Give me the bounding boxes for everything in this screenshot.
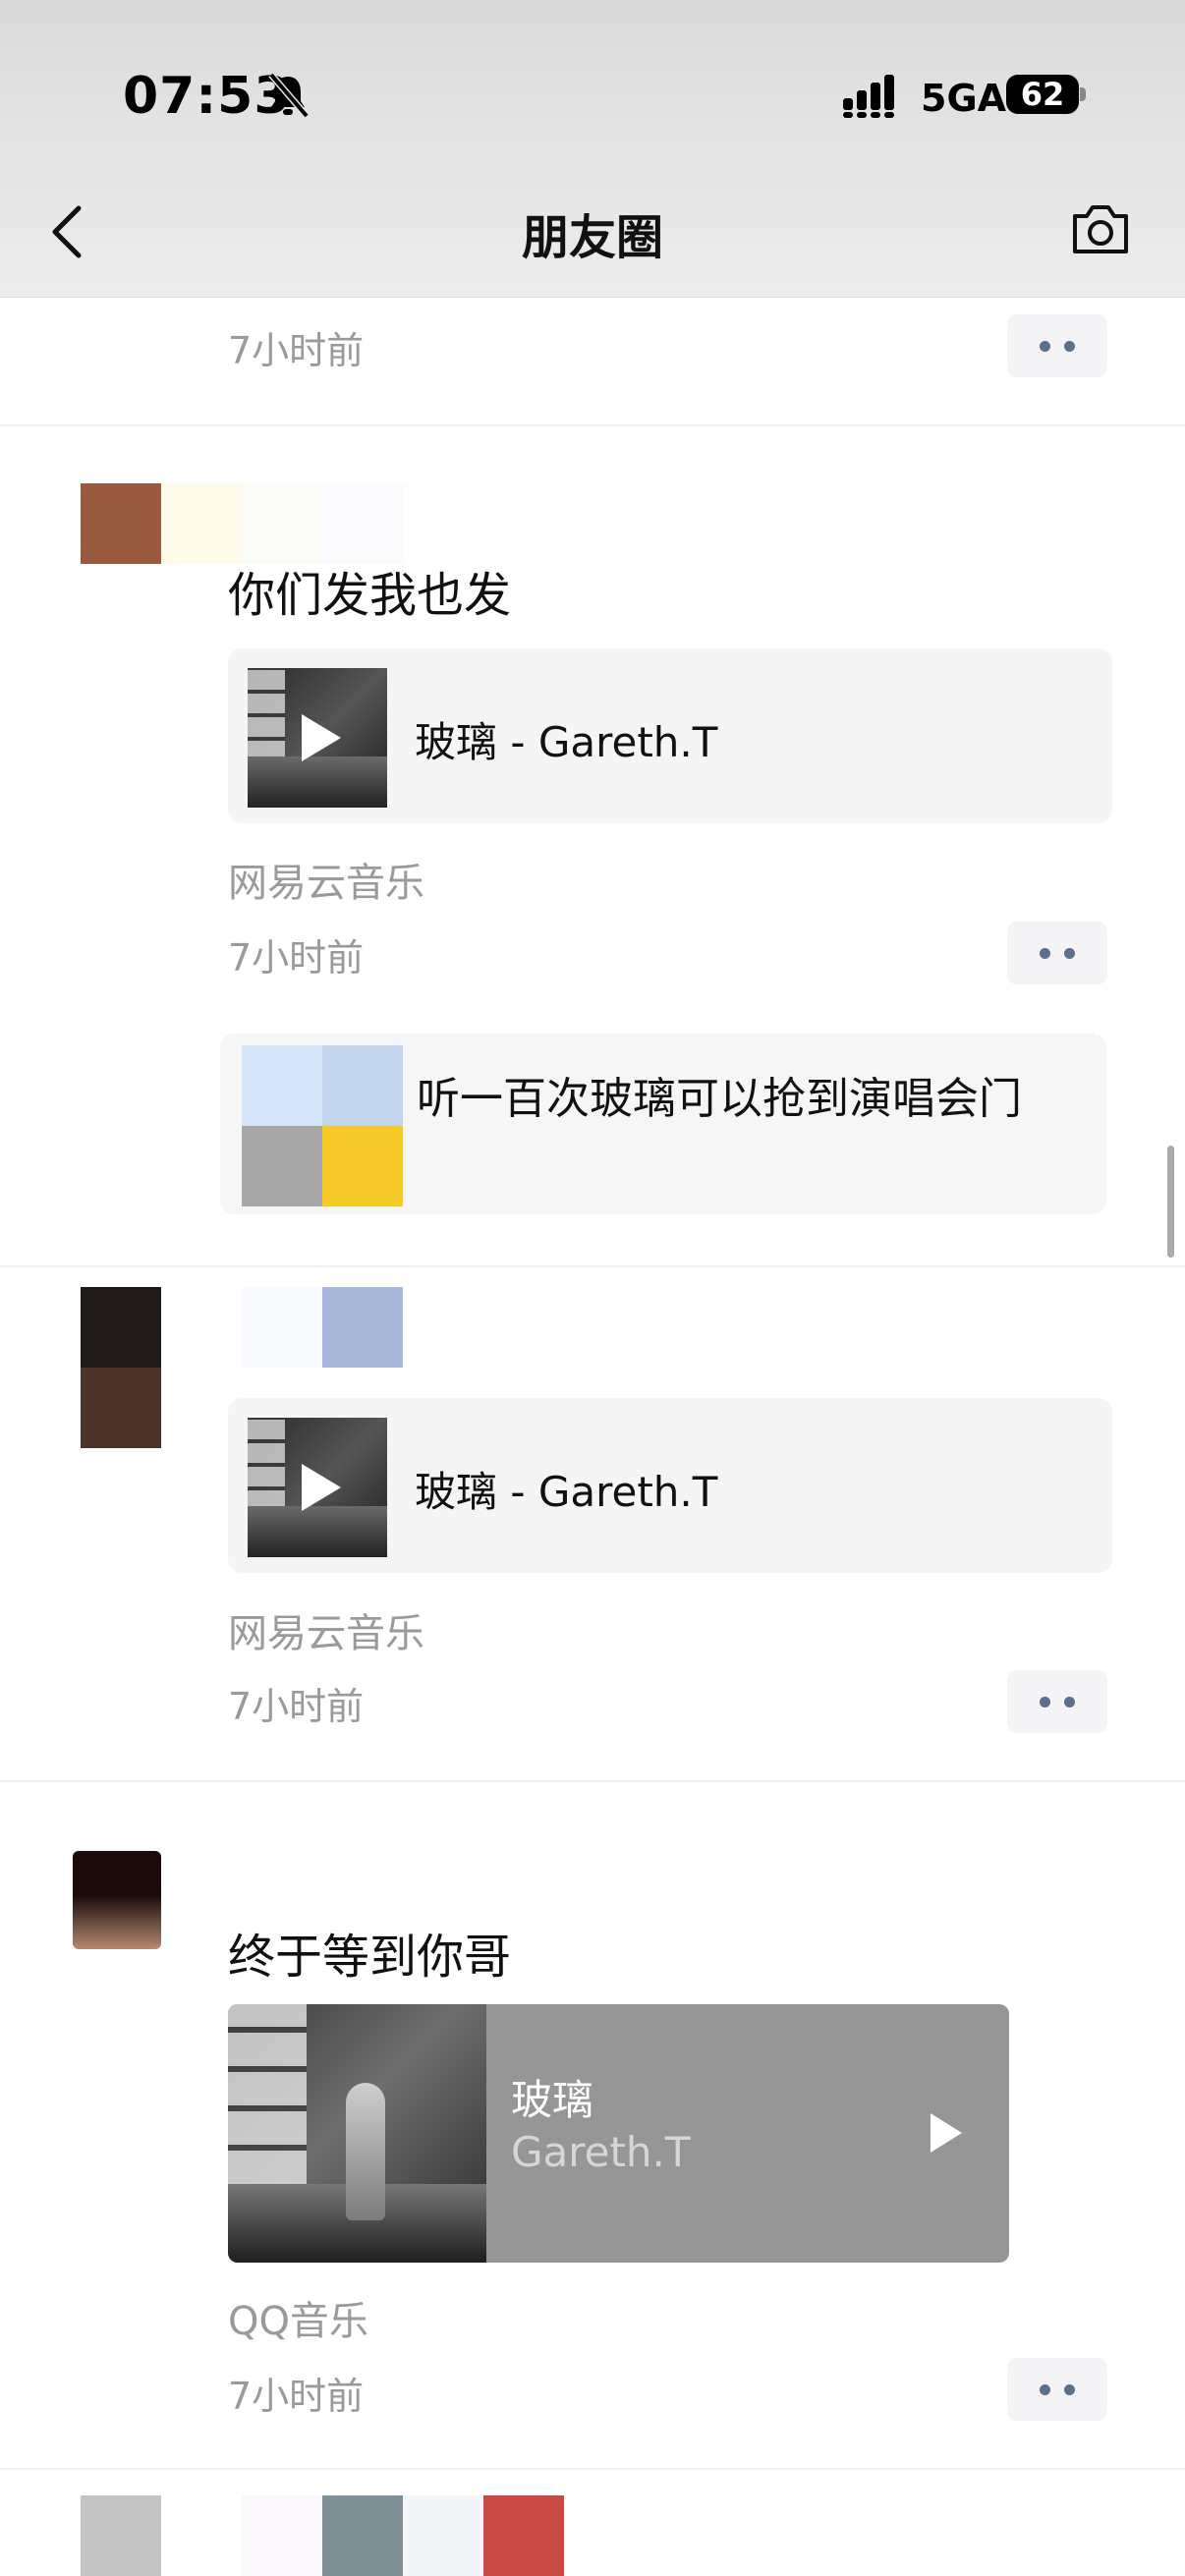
music-title: 玻璃 - Gareth.T [415, 718, 718, 766]
play-icon[interactable] [931, 2113, 962, 2153]
post-text: 终于等到你哥 [228, 1930, 512, 1985]
post-time: 7小时前 [228, 2375, 365, 2418]
album-thumbnail [228, 2004, 486, 2263]
post-time: 7小时前 [228, 329, 365, 372]
network-label: 5GA [921, 77, 1007, 120]
source-label[interactable]: 网易云音乐 [228, 851, 424, 908]
divider [0, 1780, 1185, 1782]
comment-text: 听一百次玻璃可以抢到演唱会门 [417, 1074, 1022, 1124]
album-thumbnail [248, 1418, 387, 1557]
signal-icon [843, 75, 894, 118]
post-text: 你们发我也发 [228, 568, 512, 623]
artist-name: Gareth.T [511, 2128, 691, 2176]
battery-level: 62 [1020, 76, 1065, 113]
battery-indicator: 62 [1006, 75, 1079, 114]
header: 07:53 5GA 62 朋友圈 [0, 0, 1185, 298]
dot-icon [1064, 2383, 1075, 2395]
album-thumbnail [248, 668, 387, 808]
music-card[interactable]: 玻璃 - Gareth.T [228, 648, 1112, 823]
comment-box: 听一百次玻璃可以抢到演唱会门 票吗 [220, 1034, 1106, 1214]
dot-icon [1064, 947, 1075, 959]
more-button[interactable] [1007, 2358, 1107, 2421]
music-title: 玻璃 - Gareth.T [415, 1468, 718, 1516]
post-time: 7小时前 [228, 936, 365, 980]
scrollbar[interactable] [1167, 1146, 1174, 1258]
divider [0, 424, 1185, 426]
more-button[interactable] [1007, 314, 1107, 377]
song-title: 玻璃 [511, 2076, 594, 2124]
battery-tip [1080, 87, 1086, 101]
dot-icon [1040, 2383, 1050, 2395]
dot-icon [1040, 1696, 1050, 1708]
music-card-large[interactable]: 玻璃 Gareth.T [228, 2004, 1009, 2263]
source-label[interactable]: 网易云音乐 [228, 1601, 424, 1658]
dot-icon [1040, 340, 1050, 352]
divider [0, 2468, 1185, 2470]
divider [0, 1265, 1185, 1267]
play-icon [302, 1464, 341, 1511]
silent-bell-icon [268, 72, 310, 119]
dot-icon [1064, 340, 1075, 352]
post-time: 7小时前 [228, 1685, 365, 1728]
source-label[interactable]: QQ音乐 [228, 2289, 368, 2346]
play-icon [302, 714, 341, 761]
page-title: 朋友圈 [521, 210, 663, 265]
dot-icon [1064, 1696, 1075, 1708]
camera-icon[interactable] [1069, 202, 1132, 255]
more-button[interactable] [1007, 1670, 1107, 1733]
music-card[interactable]: 玻璃 - Gareth.T [228, 1398, 1112, 1573]
dot-icon [1040, 947, 1050, 959]
more-button[interactable] [1007, 922, 1107, 984]
